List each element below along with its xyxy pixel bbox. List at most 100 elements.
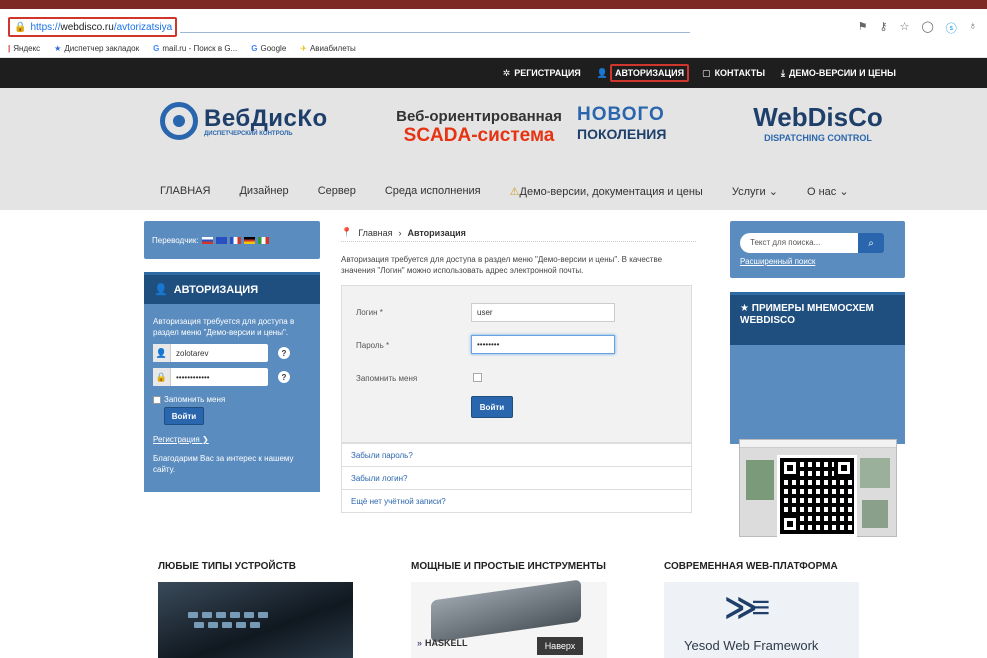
left-sidebar: Переводчик: 👤 АВТОРИЗАЦИЯ Авторизация тре… xyxy=(144,221,320,492)
flag-de-icon[interactable] xyxy=(243,236,255,244)
bookmark-avia[interactable]: ✈ Авиабилеты xyxy=(300,44,356,53)
nav-register[interactable]: ✲ РЕГИСТРАЦИЯ xyxy=(500,66,584,81)
qr-code-image xyxy=(777,455,857,537)
tagline-new-line2: ПОКОЛЕНИЯ xyxy=(577,126,667,142)
tagline-line1: Веб-ориентированная xyxy=(396,108,562,125)
sidebar-login-button[interactable]: Войти xyxy=(164,407,204,425)
feature-devices-title: ЛЮБЫЕ ТИПЫ УСТРОЙСТВ xyxy=(158,561,296,572)
help-icon[interactable]: ? xyxy=(278,371,290,383)
login-input[interactable]: user xyxy=(471,303,615,322)
search-input[interactable]: Текст для поиска... xyxy=(740,233,858,253)
forgot-password-link[interactable]: Забыли пароль? xyxy=(342,443,691,466)
haskell-icon: » xyxy=(417,638,423,648)
examples-header: ★ ПРИМЕРЫ МНЕМОСХЕМ WEBDISCO xyxy=(730,295,905,345)
auth-note: Авторизация требуется для доступа в разд… xyxy=(153,317,295,337)
address-bar: 🔒 https://webdisco.ru/avtorizatsiya ⚑ ⚷ … xyxy=(0,14,987,40)
main-content: 📍 Главная › Авторизация Авторизация треб… xyxy=(341,224,696,513)
flag-uk-icon[interactable] xyxy=(215,236,227,244)
lock-icon: 🔒 xyxy=(14,21,27,33)
feature-tools-title: МОЩНЫЕ И ПРОСТЫЕ ИНСТРУМЕНТЫ xyxy=(411,561,606,572)
nav-demo[interactable]: ⤓ ДЕМО-ВЕРСИИ И ЦЕНЫ xyxy=(778,66,899,81)
logo-vebdisko[interactable]: ВебДисКо ДИСПЕТЧЕРСКИЙ КОНТРОЛЬ xyxy=(160,102,328,140)
yesod-caption: Yesod Web Framework xyxy=(684,638,819,653)
sidebar-password-input[interactable]: 🔒 •••••••••••• ? xyxy=(153,368,290,386)
breadcrumb-home[interactable]: Главная xyxy=(358,228,392,238)
help-icon[interactable]: ? xyxy=(278,347,290,359)
google-g-icon: G xyxy=(153,44,160,53)
menu-item-designer[interactable]: Дизайнер xyxy=(239,185,288,198)
menu-item-home[interactable]: ГЛАВНАЯ xyxy=(160,185,210,198)
nav-login[interactable]: АВТОРИЗАЦИЯ xyxy=(609,64,690,82)
bookmark-yandex[interactable]: | Яндекс xyxy=(8,44,40,53)
menu-item-demo[interactable]: ⚠Демо-версии, документация и цены xyxy=(510,185,703,198)
advanced-search-link[interactable]: Расширенный поиск xyxy=(740,257,895,266)
remember-checkbox[interactable] xyxy=(473,373,482,382)
yesod-logo-icon: ≫≡ xyxy=(724,589,770,625)
menu-item-about[interactable]: О нас ⌄ xyxy=(807,185,849,198)
remember-checkbox[interactable] xyxy=(153,395,161,404)
menu-item-services[interactable]: Услуги ⌄ xyxy=(732,185,778,198)
browser-toolbar-icons: ⚑ ⚷ ☆ ◯ ⓢ ♁ xyxy=(858,20,977,36)
location-pin-icon: 📍 xyxy=(341,227,353,237)
chevron-right-icon: › xyxy=(398,227,402,238)
menu-item-server[interactable]: Сервер xyxy=(318,185,356,198)
breadcrumb-current: Авторизация xyxy=(407,227,466,238)
url-field[interactable]: 🔒 https://webdisco.ru/avtorizatsiya xyxy=(8,17,177,37)
menu-item-runtime[interactable]: Среда исполнения xyxy=(385,185,481,198)
account-links: Забыли пароль? Забыли логин? Ещё нет учё… xyxy=(341,443,692,513)
examples-module: ★ ПРИМЕРЫ МНЕМОСХЕМ WEBDISCO xyxy=(730,292,905,444)
sidebar-username-input[interactable]: 👤 zolotarev ? xyxy=(153,344,290,362)
browser-top-band xyxy=(0,0,987,9)
forgot-login-link[interactable]: Забыли логин? xyxy=(342,466,691,489)
sidebar-register-link[interactable]: Регистрация ❯ xyxy=(153,434,311,445)
flag-fr-icon[interactable] xyxy=(229,236,241,244)
user-icon: 👤 xyxy=(153,344,171,362)
plane-icon: ✈ xyxy=(300,44,307,53)
download-icon: ⤓ xyxy=(781,67,785,78)
remember-label: Запомнить меня xyxy=(356,374,418,383)
sidebar-thanks: Благодарим Вас за интерес к нашему сайту… xyxy=(153,454,294,474)
tagline-new-generation: НОВОГО ПОКОЛЕНИЯ xyxy=(577,104,687,142)
bookmark-mailru[interactable]: Gmail.ru - Поиск в G... xyxy=(153,44,237,53)
extension-icon[interactable]: ⚑ xyxy=(858,20,868,36)
skype-icon[interactable]: ⓢ xyxy=(946,20,957,36)
sidebar-remember[interactable]: Запомнить меня xyxy=(153,394,311,405)
nav-contacts[interactable]: ▢ КОНТАКТЫ xyxy=(699,66,768,81)
login-submit-button[interactable]: Войти xyxy=(471,396,513,418)
right-sidebar: Текст для поиска... ⌕ Расширенный поиск … xyxy=(730,221,905,444)
url-divider xyxy=(180,32,690,33)
document-icon: ▢ xyxy=(702,67,711,78)
hero-banner: ВебДисКо ДИСПЕТЧЕРСКИЙ КОНТРОЛЬ Веб-орие… xyxy=(0,88,987,210)
star-icon: ★ xyxy=(54,44,62,53)
logo-right-name: WebDisCo xyxy=(753,102,883,132)
logo-gear-icon xyxy=(160,102,198,140)
opera-icon[interactable]: ◯ xyxy=(921,20,933,36)
bookmark-google[interactable]: G Google xyxy=(251,44,286,53)
tagline-line2: SCADA-система xyxy=(403,125,555,146)
flag-it-icon[interactable] xyxy=(257,236,269,244)
extension-gray-icon[interactable]: ♁ xyxy=(969,20,977,36)
haskell-logo: » HASKELL xyxy=(417,638,468,648)
tools-image: » HASKELL Наверх xyxy=(411,579,607,658)
password-input[interactable]: •••••••• xyxy=(471,335,615,354)
gear-icon: ✲ xyxy=(502,67,511,78)
url-text: https://webdisco.ru/avtorizatsiya xyxy=(30,21,173,33)
bookmark-star-icon[interactable]: ☆ xyxy=(900,20,910,36)
search-button[interactable]: ⌕ xyxy=(858,233,884,253)
back-to-top-button[interactable]: Наверх xyxy=(537,637,583,655)
nav-login-user-icon-wrap: 👤 xyxy=(594,66,608,81)
flag-ru-icon[interactable] xyxy=(201,236,213,244)
site-top-nav: ✲ РЕГИСТРАЦИЯ 👤 АВТОРИЗАЦИЯ ▢ КОНТАКТЫ ⤓ ДЕ… xyxy=(0,58,987,88)
intro-text: Авторизация требуется для доступа в разд… xyxy=(341,255,663,275)
search-module: Текст для поиска... ⌕ Расширенный поиск xyxy=(730,221,905,278)
key-icon[interactable]: ⚷ xyxy=(880,20,888,36)
main-menu: ГЛАВНАЯ Дизайнер Сервер Среда исполнения… xyxy=(160,185,849,198)
login-form: Логин * user Пароль * •••••••• Запомнить… xyxy=(341,285,692,443)
bookmarks-bar: | Яндекс ★ Диспетчер закладок Gmail.ru - П… xyxy=(0,40,987,58)
feature-devices: ЛЮБЫЕ ТИПЫ УСТРОЙСТВ xyxy=(158,561,353,658)
user-icon: 👤 xyxy=(596,67,608,78)
yesod-image: ≫≡ Yesod Web Framework xyxy=(664,582,859,658)
no-account-link[interactable]: Ещё нет учётной записи? xyxy=(342,489,691,512)
logo-name: ВебДисКо xyxy=(204,105,328,132)
bookmark-manager[interactable]: ★ Диспетчер закладок xyxy=(54,44,139,53)
